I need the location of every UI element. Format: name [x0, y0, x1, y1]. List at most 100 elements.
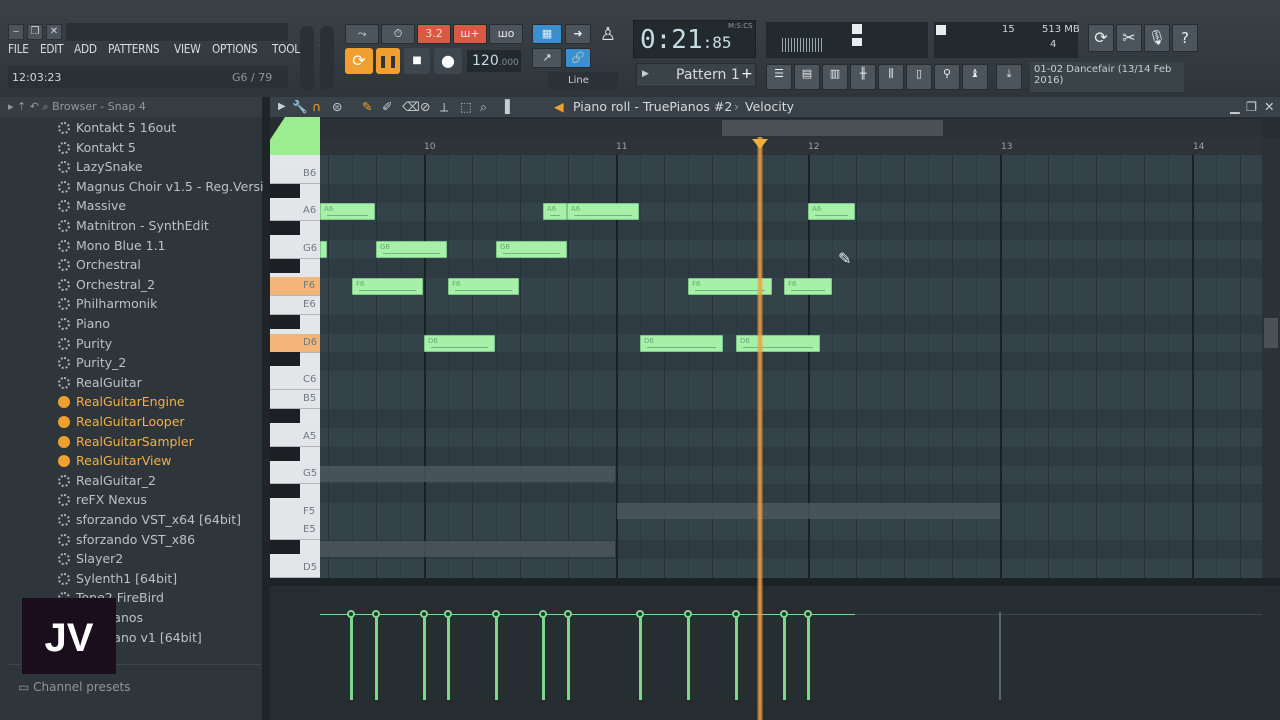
mixer-icon[interactable]: ╫ — [850, 64, 876, 90]
stop-button[interactable]: ■ — [404, 48, 430, 74]
velocity-stem[interactable] — [639, 614, 642, 700]
blend-notes-button[interactable]: ш+ — [453, 24, 487, 44]
browser-item[interactable]: reFX Nexus — [58, 490, 147, 509]
velocity-handle[interactable] — [420, 610, 428, 618]
menu-add[interactable]: ADD — [74, 42, 97, 62]
velocity-pane[interactable] — [320, 586, 1262, 700]
velocity-stem[interactable] — [447, 614, 450, 700]
channel-presets[interactable]: ▭ Channel presets — [18, 680, 131, 694]
piano-black-key[interactable] — [270, 221, 300, 235]
velocity-stem[interactable] — [567, 614, 570, 700]
minimize-icon[interactable]: ‒ — [8, 24, 24, 40]
velocity-handle[interactable] — [372, 610, 380, 618]
piano-black-key[interactable] — [270, 447, 300, 461]
browser-item[interactable]: Matnitron - SynthEdit — [58, 216, 209, 235]
metronome-button[interactable]: ⤳ — [345, 24, 379, 44]
magnet-icon[interactable]: ∩ — [312, 97, 321, 117]
pr-close-icon[interactable]: ✕ — [1264, 97, 1274, 117]
browser-item[interactable]: Sylenth1 [64bit] — [58, 569, 177, 588]
browser-item[interactable]: LazySnake — [58, 157, 143, 176]
velocity-stem[interactable] — [807, 614, 810, 700]
pr-minimize-icon[interactable]: ▁ — [1230, 97, 1240, 117]
browser-item[interactable]: Kontakt 5 — [58, 138, 136, 157]
velocity-stem[interactable] — [735, 614, 738, 700]
browser-item[interactable]: Orchestral_2 — [58, 275, 155, 294]
velocity-handle[interactable] — [347, 610, 355, 618]
snap-select[interactable]: Line — [548, 72, 618, 90]
refresh-icon[interactable]: ⟳ — [1088, 24, 1114, 52]
note-d6[interactable]: D6 — [424, 335, 495, 352]
browser-item[interactable]: RealGuitarEngine — [58, 392, 185, 411]
loop-record-button[interactable]: шо — [489, 24, 523, 44]
playhead-marker-icon[interactable] — [752, 139, 768, 149]
piano-black-key[interactable] — [270, 184, 300, 198]
browser-item[interactable]: Magnus Choir v1.5 - Reg.Version — [58, 177, 279, 196]
browser-item[interactable]: Philharmonik — [58, 294, 157, 313]
stamp-icon[interactable]: ⊜ — [332, 97, 342, 117]
file-icon[interactable]: ▯ — [906, 64, 932, 90]
pencil-icon[interactable]: ✎ — [362, 97, 372, 117]
browser-item[interactable]: sforzando VST_x86 — [58, 530, 195, 549]
playback-icon[interactable]: ▐ — [500, 97, 510, 117]
menu-options[interactable]: OPTIONS — [212, 42, 258, 62]
plugin-icon[interactable]: ⚲ — [934, 64, 960, 90]
news-panel[interactable]: 01-02 Dancefair (13/14 Feb 2016) — [1030, 62, 1184, 92]
vertical-scrollbar-thumb[interactable] — [1264, 318, 1278, 348]
cut-icon[interactable]: ✂ — [1116, 24, 1142, 52]
mixer2-icon[interactable]: ⫼ — [878, 64, 904, 90]
velocity-handle[interactable] — [636, 610, 644, 618]
help-icon[interactable]: ? — [1172, 24, 1198, 52]
velocity-stem[interactable] — [495, 614, 498, 700]
add-pattern-icon[interactable]: + — [741, 66, 753, 82]
wrench-icon[interactable]: 🔧 — [292, 97, 308, 117]
master-pitch-slider[interactable] — [320, 26, 334, 90]
velocity-stem[interactable] — [783, 614, 786, 700]
browser-item[interactable]: Piano — [58, 314, 110, 333]
slice-icon[interactable]: ⟂ — [440, 97, 448, 117]
browser-item[interactable]: sforzando VST_x64 [64bit] — [58, 510, 241, 529]
note-f6[interactable]: F6 — [784, 278, 832, 295]
snap-icon[interactable]: ↗ — [532, 48, 562, 68]
piano-black-key[interactable] — [270, 315, 300, 329]
piano-black-key[interactable] — [270, 352, 300, 366]
pause-button[interactable]: ❚❚ — [376, 48, 400, 74]
note-f6[interactable]: F6 — [448, 278, 519, 295]
note-a6[interactable]: A6 — [320, 203, 375, 220]
menu-file[interactable]: FILE — [8, 42, 29, 62]
browser-item[interactable]: RealGuitar_2 — [58, 471, 156, 490]
browser-item[interactable]: Slayer2 — [58, 549, 123, 568]
piano-black-key[interactable] — [270, 540, 300, 554]
velocity-stem[interactable] — [423, 614, 426, 700]
velocity-stem[interactable] — [350, 614, 353, 700]
piano-black-key[interactable] — [270, 484, 300, 498]
vertical-scrollbar[interactable] — [1262, 137, 1280, 578]
pattern-song-toggle-icon[interactable]: ⟳ — [345, 48, 373, 74]
pr-menu-icon[interactable]: ▶ — [278, 97, 286, 117]
step-button[interactable]: 3.2 — [417, 24, 451, 44]
note-g6[interactable]: G6 — [376, 241, 447, 258]
browser-item[interactable]: RealGuitarSampler — [58, 432, 194, 451]
mute-icon[interactable]: ⊘ — [420, 97, 430, 117]
piano-black-key[interactable] — [270, 259, 300, 273]
velocity-handle[interactable] — [492, 610, 500, 618]
playlist-icon[interactable]: ☰ — [766, 64, 792, 90]
velocity-handle[interactable] — [804, 610, 812, 618]
pane-splitter[interactable] — [270, 578, 1280, 586]
scrollbar-thumb[interactable] — [722, 120, 943, 136]
browser-item[interactable]: Massive — [58, 196, 126, 215]
browser-item[interactable]: Kontakt 5 16out — [58, 118, 176, 137]
pattern-prev-icon[interactable]: ▶ — [642, 69, 649, 79]
note-f6[interactable]: F6 — [352, 278, 423, 295]
browser-item[interactable]: Purity_2 — [58, 353, 126, 372]
countdown-icon[interactable]: ♙ — [596, 24, 620, 54]
master-volume-slider[interactable] — [300, 26, 314, 90]
note-d6[interactable]: D6 — [640, 335, 723, 352]
browser-item[interactable]: Mono Blue 1.1 — [58, 236, 166, 255]
browser-item[interactable]: Orchestral — [58, 255, 141, 274]
note-g6[interactable] — [320, 241, 327, 258]
zoom-icon[interactable]: ⌕ — [480, 97, 487, 117]
velocity-handle[interactable] — [564, 610, 572, 618]
note-a6[interactable]: A6 — [543, 203, 567, 220]
piano-black-key[interactable] — [270, 409, 300, 423]
step-edit-icon[interactable]: ➜ — [565, 24, 591, 44]
